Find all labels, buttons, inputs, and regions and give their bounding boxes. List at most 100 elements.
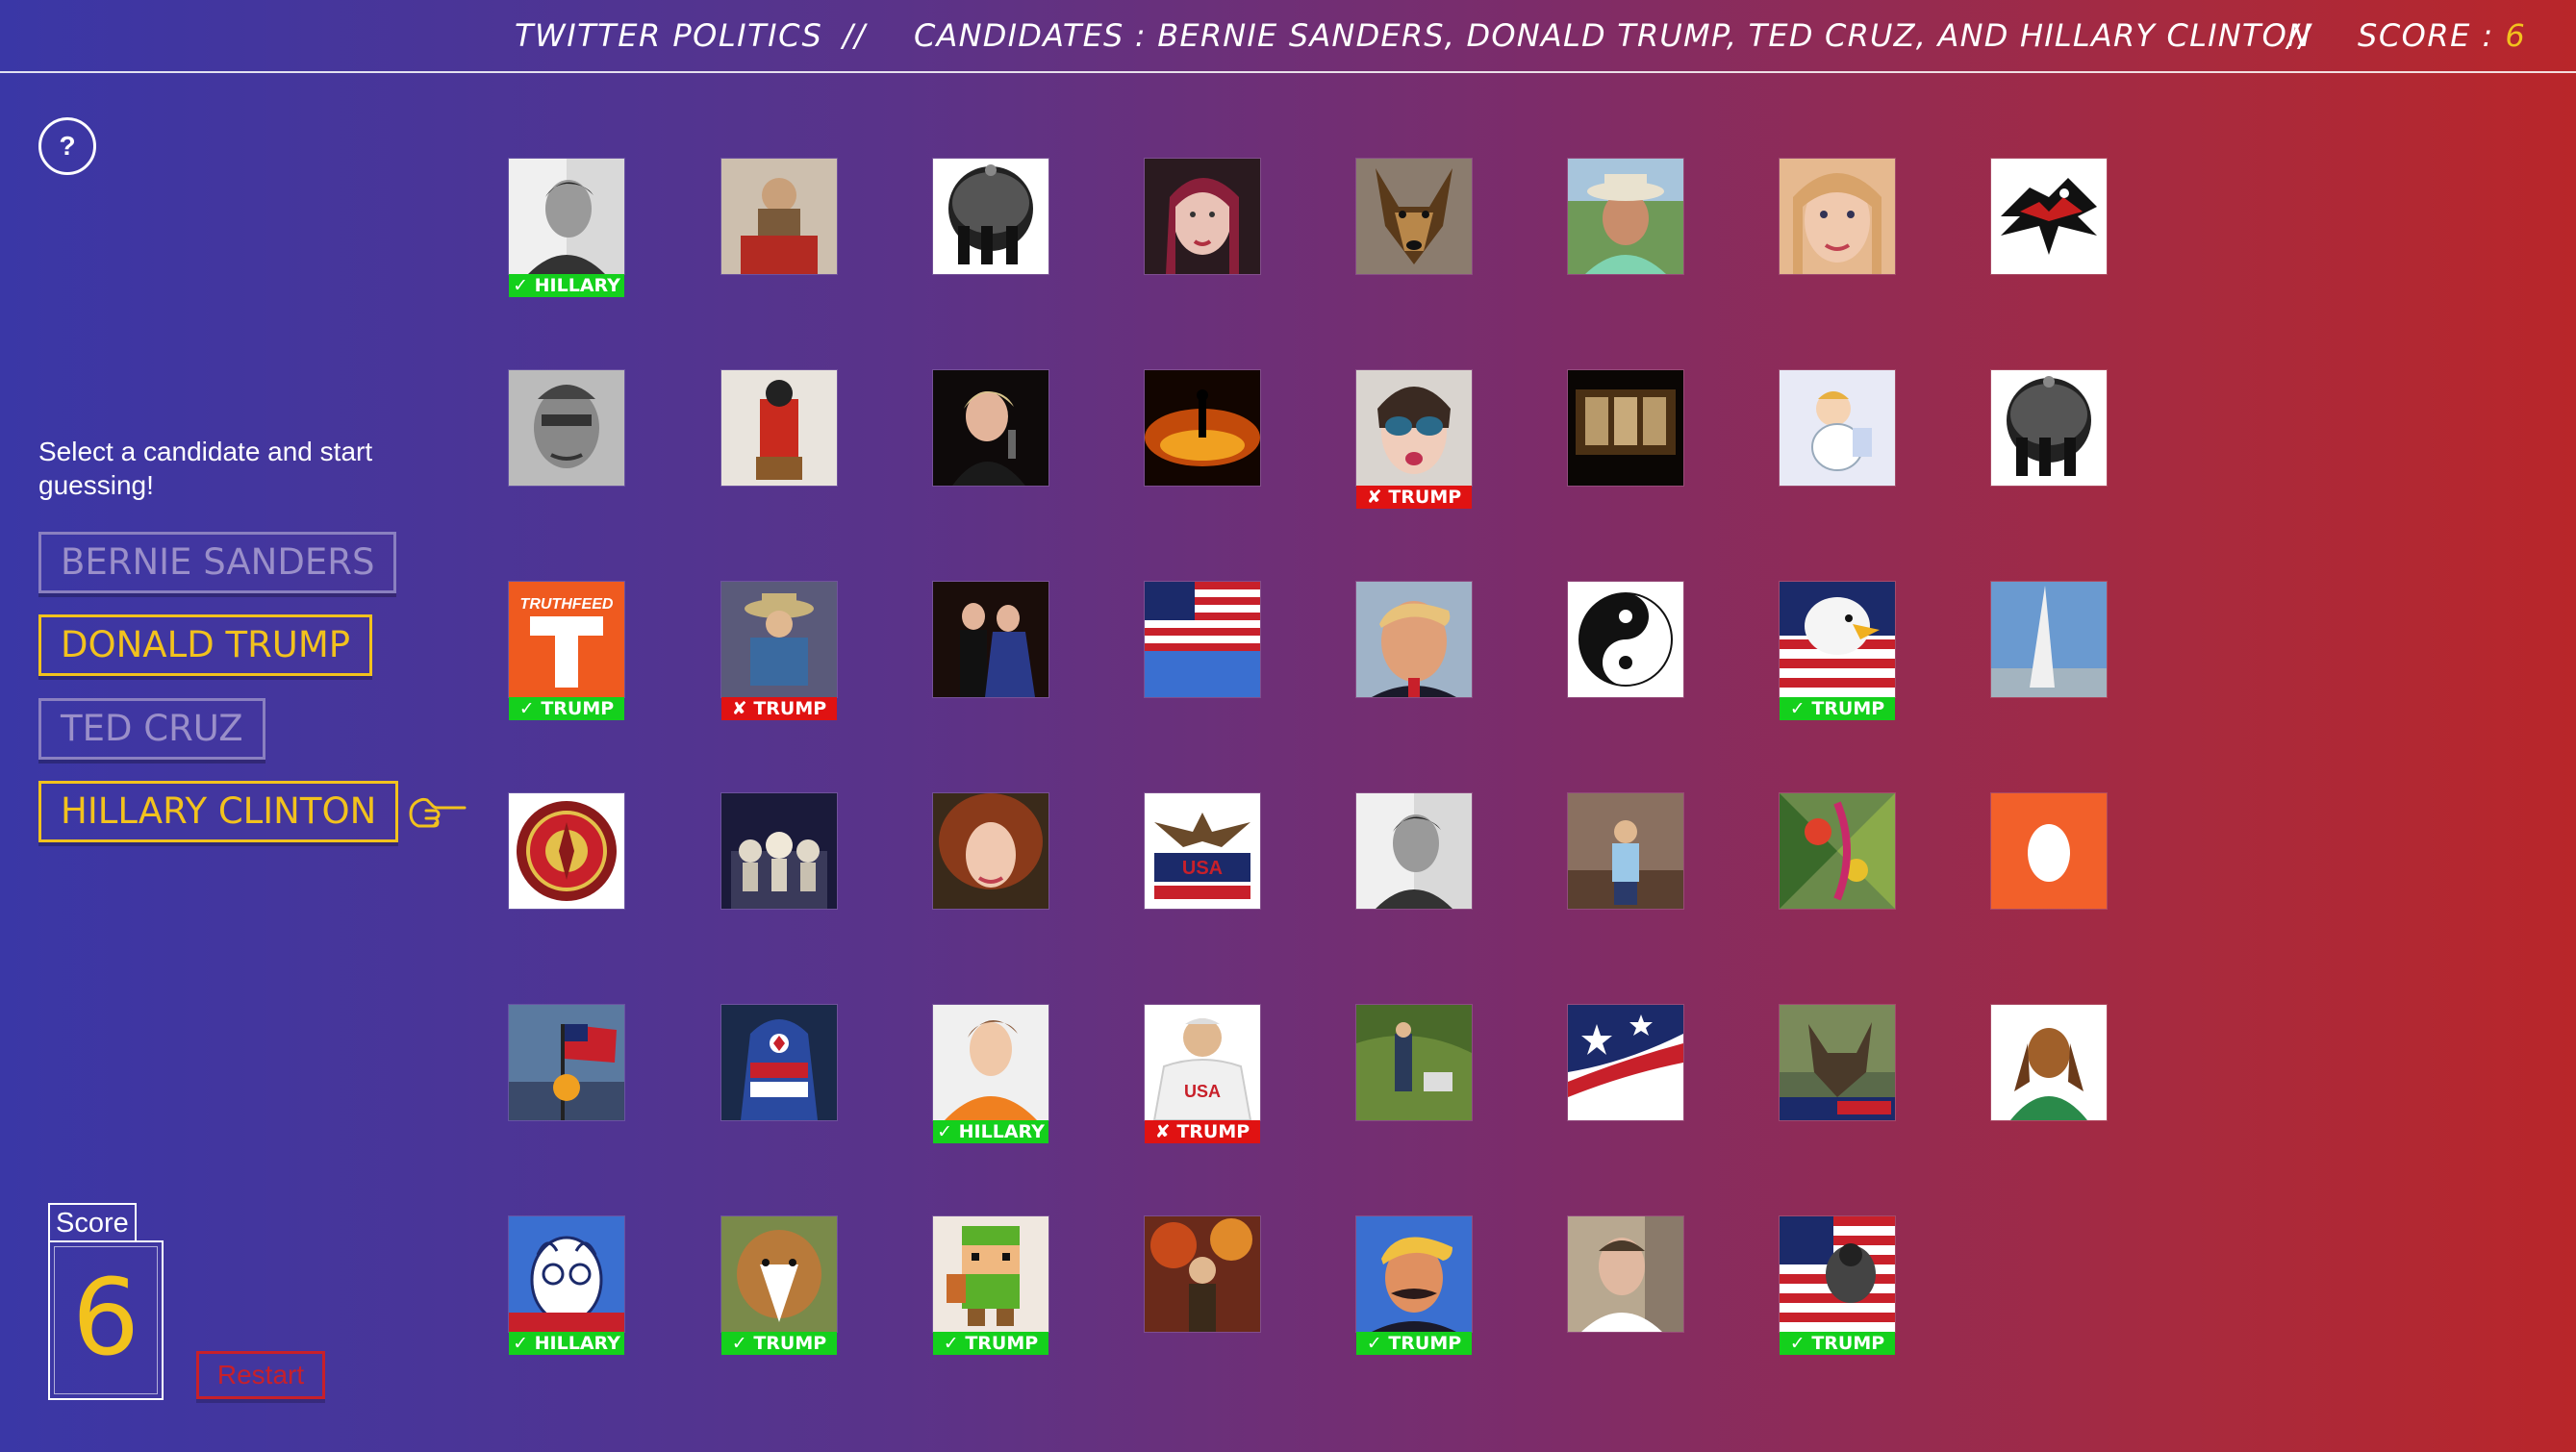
- child-toy: [721, 159, 837, 274]
- trump-cartoon: [1356, 1216, 1472, 1332]
- man-hat: [1568, 159, 1683, 274]
- marine-seal: [509, 793, 624, 909]
- tropical-art: [1780, 793, 1895, 909]
- avatar-tile[interactable]: [721, 793, 837, 909]
- person-grass: [1356, 1005, 1472, 1120]
- truthfeed-t: TRUTHFEED: [509, 582, 624, 697]
- correct-badge: ✓ HILLARY: [509, 1332, 624, 1355]
- cartoon-baby: [1780, 370, 1895, 486]
- bernie-cartoon: [509, 1216, 624, 1332]
- yin-yang: [1568, 582, 1683, 697]
- avatar-tile[interactable]: ✓ TRUMP: [721, 1216, 837, 1355]
- avatar-tile[interactable]: ✓ TRUMP: [933, 1216, 1048, 1355]
- avatar-tile[interactable]: [509, 1005, 624, 1120]
- avatar-tile[interactable]: [1568, 1005, 1683, 1120]
- avatar-tile[interactable]: [1356, 1005, 1472, 1120]
- score-label: Score: [48, 1203, 137, 1241]
- avatar-tile[interactable]: [1991, 370, 2107, 486]
- avatar-tile[interactable]: [1991, 582, 2107, 697]
- restart-button[interactable]: Restart: [196, 1351, 325, 1399]
- avatar-tile[interactable]: [1145, 582, 1260, 697]
- avatar-tile[interactable]: [721, 159, 837, 274]
- flag-stars: [1568, 1005, 1683, 1120]
- young-man-orange: [933, 1005, 1048, 1120]
- header-score-label: SCORE :: [2358, 17, 2506, 54]
- avatar-tile[interactable]: [1568, 793, 1683, 909]
- header-score: SCORE : 6: [2358, 17, 2526, 54]
- native-eagle: [1991, 159, 2107, 274]
- avatar-tile[interactable]: ✓ HILLARY: [933, 1005, 1048, 1143]
- avatar-tile[interactable]: [1568, 159, 1683, 274]
- avatar-tile[interactable]: USA ✘ TRUMP: [1145, 1005, 1260, 1143]
- correct-badge: ✓ TRUMP: [509, 697, 624, 720]
- autumn-person: [1145, 1216, 1260, 1332]
- bernie-sanders-button[interactable]: BERNIE SANDERS: [38, 532, 397, 593]
- avatar-tile[interactable]: [1780, 1005, 1895, 1120]
- score-value: 6: [72, 1256, 139, 1379]
- instructions-text: Select a candidate and start guessing!: [38, 437, 373, 500]
- candidates-text: CANDIDATES : BERNIE SANDERS, DONALD TRUM…: [914, 17, 2312, 54]
- hillary-clinton-button[interactable]: HILLARY CLINTON: [38, 781, 399, 842]
- dark-window: [1568, 370, 1683, 486]
- avatar-tile[interactable]: [1991, 793, 2107, 909]
- avatar-tile[interactable]: [1780, 370, 1895, 486]
- avatar-tile[interactable]: [1356, 582, 1472, 697]
- avatar-tile[interactable]: [933, 793, 1048, 909]
- avatar-tile[interactable]: ✓ HILLARY: [509, 1216, 624, 1355]
- avatar-tile[interactable]: [1145, 159, 1260, 274]
- avatar-tile[interactable]: TRUTHFEED ✓ TRUMP: [509, 582, 624, 720]
- fire-silhouette: [1145, 370, 1260, 486]
- svg-text:USA: USA: [1182, 858, 1223, 879]
- avatar-tile[interactable]: ✓ TRUMP: [1780, 582, 1895, 720]
- avatar-tile[interactable]: [1145, 1216, 1260, 1332]
- man-room: [1568, 793, 1683, 909]
- avatar-tile[interactable]: [509, 370, 624, 486]
- avatar-tile[interactable]: [933, 370, 1048, 486]
- flag-soldier: [1780, 1216, 1895, 1332]
- avatar-tile[interactable]: [933, 159, 1048, 274]
- hillary-speaking: [933, 370, 1048, 486]
- band-circle: [933, 159, 1048, 274]
- basset-hound: [1991, 1005, 2107, 1120]
- avatar-tile[interactable]: USA: [1145, 793, 1260, 909]
- correct-badge: ✓ TRUMP: [721, 1332, 837, 1355]
- help-button[interactable]: ?: [38, 117, 96, 175]
- avatar-tile[interactable]: ✓ HILLARY: [509, 159, 624, 297]
- avatar-tile[interactable]: [1568, 370, 1683, 486]
- avatar-tile[interactable]: ✘ TRUMP: [721, 582, 837, 720]
- avatar-tile[interactable]: [509, 793, 624, 909]
- woman-curly-hair: [933, 793, 1048, 909]
- correct-badge: ✓ HILLARY: [509, 274, 624, 297]
- correct-badge: ✓ TRUMP: [933, 1332, 1048, 1355]
- avatar-tile[interactable]: [1991, 159, 2107, 274]
- avatar-tile[interactable]: ✓ TRUMP: [1356, 1216, 1472, 1355]
- donald-trump-button[interactable]: DONALD TRUMP: [38, 614, 373, 676]
- separator: //: [843, 17, 867, 54]
- avatar-tile[interactable]: ✘ TRUMP: [1356, 370, 1472, 509]
- avatar-tile[interactable]: [721, 1005, 837, 1120]
- avatar-tile[interactable]: [1356, 793, 1472, 909]
- avatar-tile[interactable]: [1991, 1005, 2107, 1120]
- man-bw-portrait: [1356, 793, 1472, 909]
- avatar-tile[interactable]: [721, 370, 837, 486]
- avatar-tile[interactable]: [1568, 1216, 1683, 1332]
- woman-red-hair: [1145, 159, 1260, 274]
- avatar-tile[interactable]: ✓ TRUMP: [1780, 1216, 1895, 1355]
- monument-sky: [1991, 582, 2107, 697]
- avatar-tile[interactable]: [1145, 370, 1260, 486]
- avatar-tile[interactable]: [1568, 582, 1683, 697]
- avatar-tile[interactable]: [933, 582, 1048, 697]
- ted-cruz-button[interactable]: TED CRUZ: [38, 698, 265, 760]
- avatar-tile[interactable]: [1356, 159, 1472, 274]
- correct-badge: ✓ TRUMP: [1780, 697, 1895, 720]
- man-bw-closeup: [509, 370, 624, 486]
- wrong-badge: ✘ TRUMP: [1145, 1120, 1260, 1143]
- avatar-tile[interactable]: [1780, 159, 1895, 274]
- dog-collage: [1780, 1005, 1895, 1120]
- avatar-tile[interactable]: [1780, 793, 1895, 909]
- cowboy-toy: [721, 582, 837, 697]
- couple-formal: [933, 582, 1048, 697]
- pixel-link: [933, 1216, 1048, 1332]
- header-score-value: 6: [2505, 17, 2527, 54]
- top-bar: TWITTER POLITICS // CANDIDATES : BERNIE …: [0, 0, 2576, 73]
